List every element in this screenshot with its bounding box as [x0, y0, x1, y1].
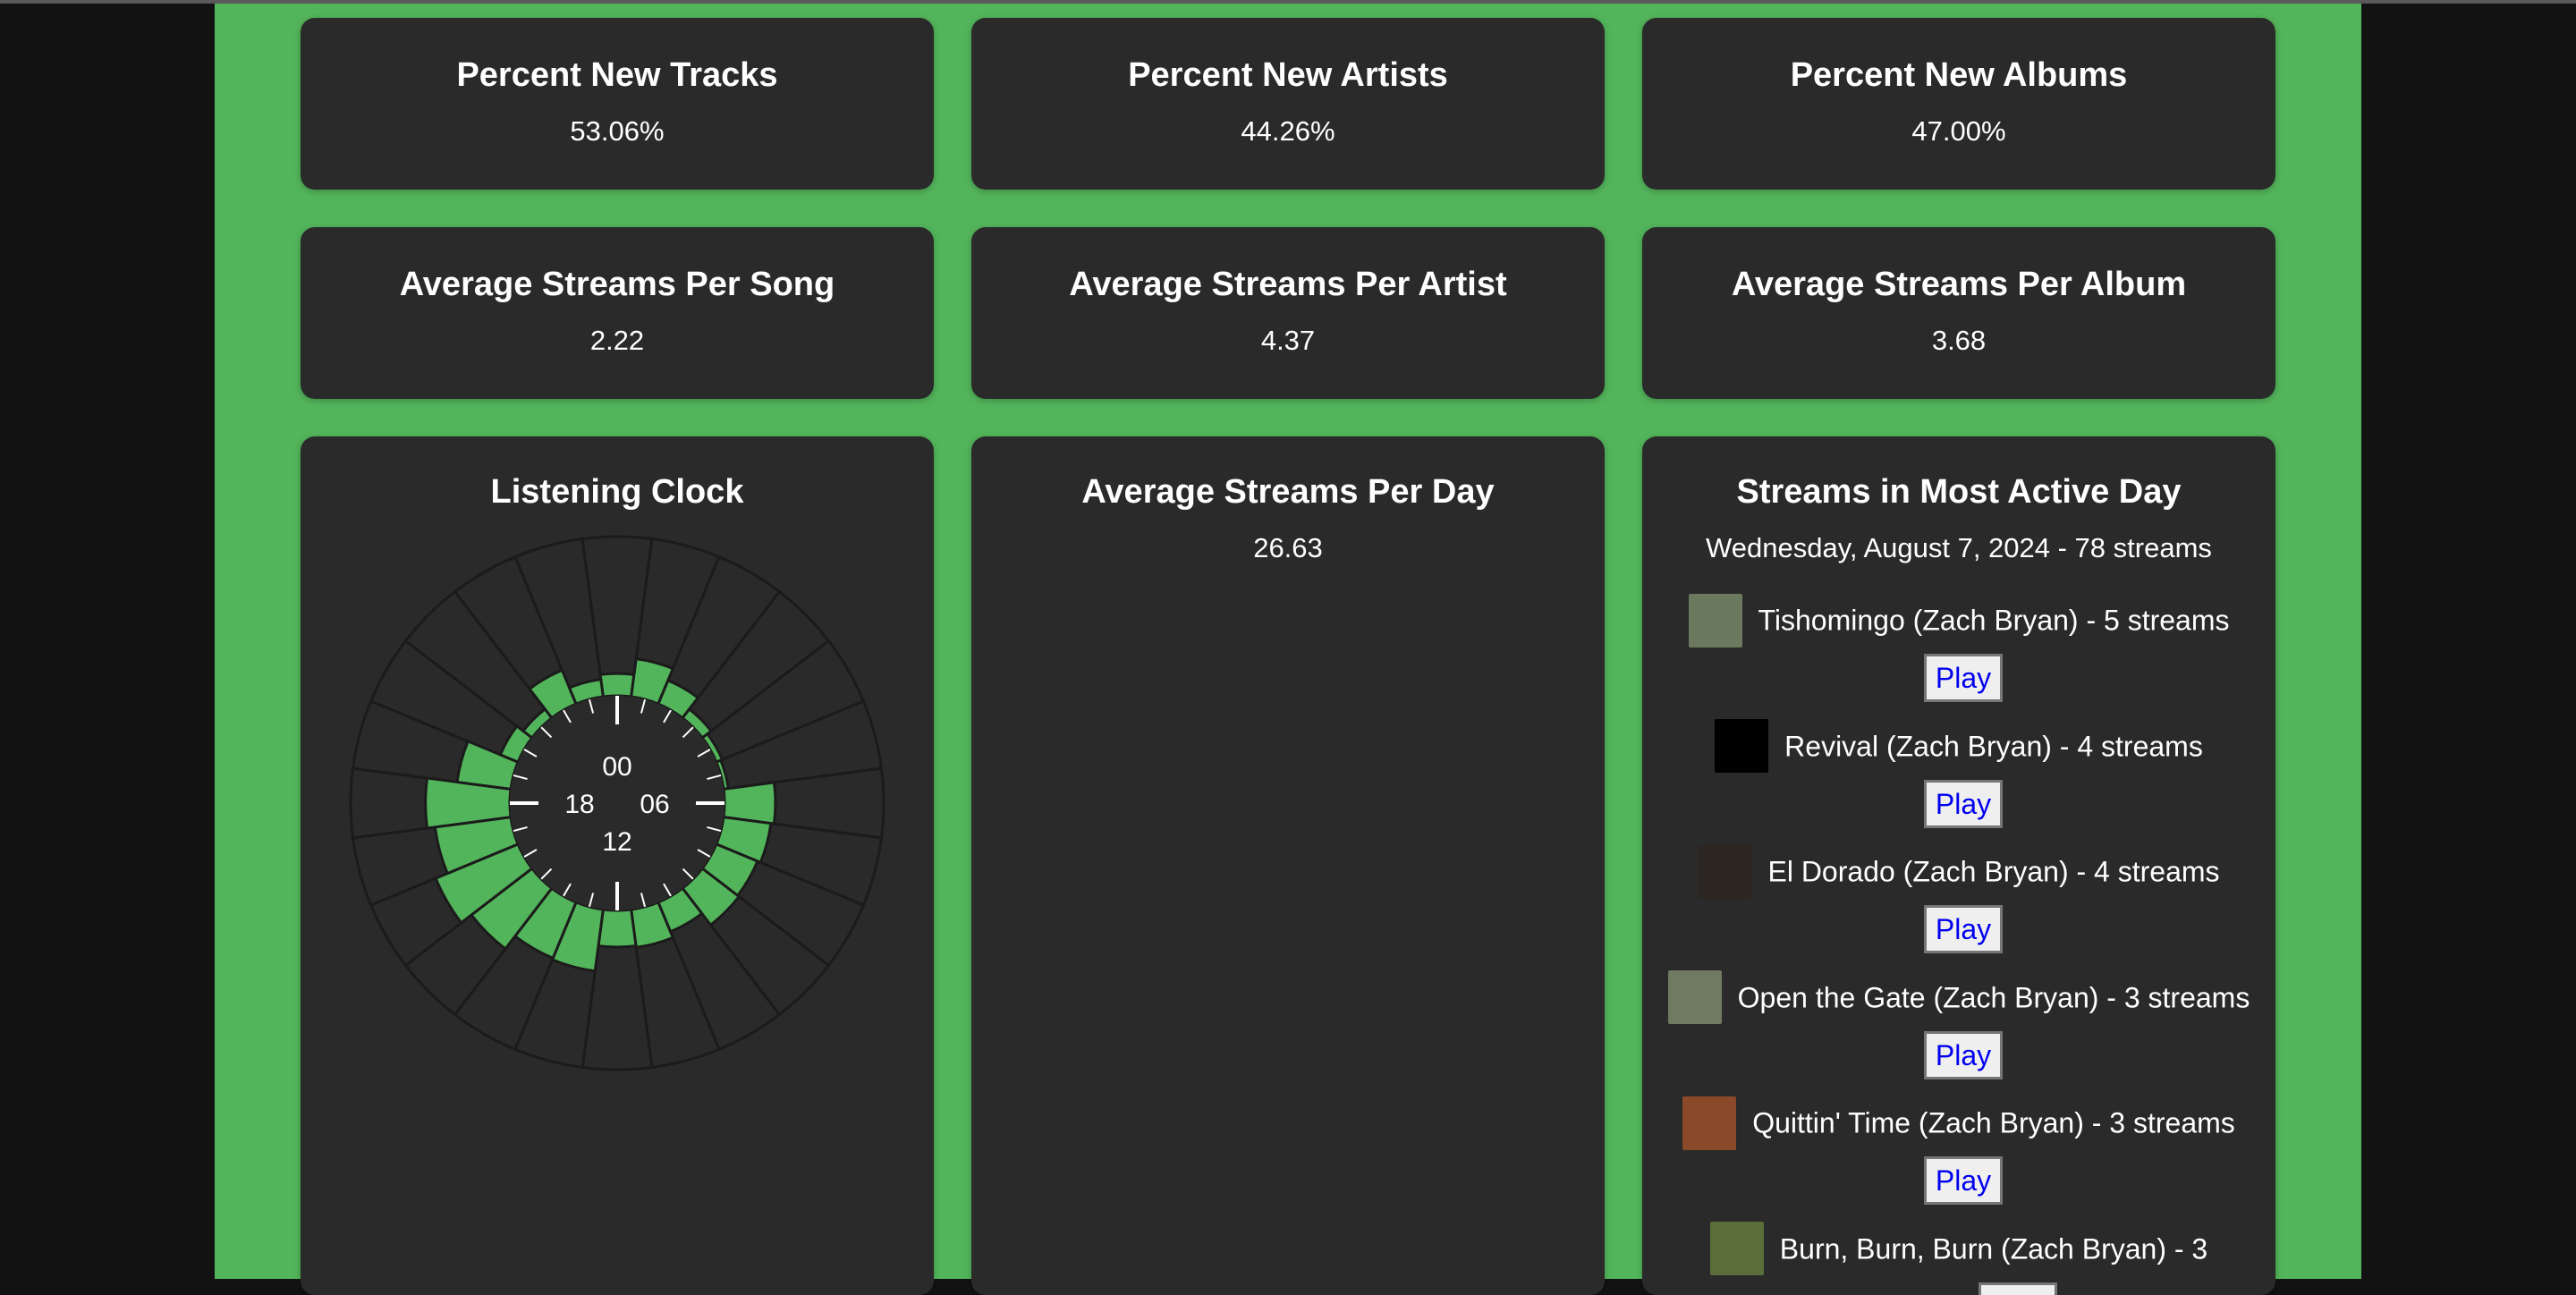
list-item: Tishomingo (Zach Bryan) - 5 streams Play: [1660, 590, 2258, 704]
stat-card-avg-streams-per-album: Average Streams Per Album 3.68: [1642, 227, 2275, 399]
stat-value: 4.37: [1260, 325, 1316, 356]
stat-title: Average Streams Per Album: [1731, 266, 2187, 303]
stat-card-avg-streams-per-song: Average Streams Per Song 2.22: [301, 227, 934, 399]
list-item: Revival (Zach Bryan) - 4 streams Play: [1660, 716, 2258, 830]
clock-hour-label: 06: [640, 790, 669, 819]
avg-streams-per-day-card: Average Streams Per Day 26.63: [971, 436, 1605, 1295]
stat-value: 47.00%: [1911, 115, 2006, 147]
stat-card-avg-streams-per-artist: Average Streams Per Artist 4.37: [971, 227, 1605, 399]
track-list: Tishomingo (Zach Bryan) - 5 streams Play…: [1642, 590, 2275, 1295]
album-art: [1682, 1096, 1737, 1150]
stat-card-percent-new-tracks: Percent New Tracks 53.06%: [301, 18, 934, 190]
album-art: [1688, 593, 1742, 648]
clock-hour-label: 18: [564, 790, 594, 819]
album-art: [1715, 719, 1769, 774]
track-label: Quittin' Time (Zach Bryan) - 3 streams: [1752, 1106, 2235, 1139]
album-art: [1709, 1222, 1764, 1276]
track-label: Revival (Zach Bryan) - 4 streams: [1784, 730, 2203, 763]
clock-bar-hour-12: [597, 908, 638, 949]
stat-value: 53.06%: [570, 115, 665, 147]
track-label: Tishomingo (Zach Bryan) - 5 streams: [1758, 604, 2230, 637]
album-art: [1698, 844, 1752, 899]
stat-title: Percent New Tracks: [456, 56, 778, 94]
stat-value: 3.68: [1931, 325, 1987, 356]
clock-hour-label: 12: [602, 827, 631, 857]
listening-clock-chart: 00 06 12 18: [349, 535, 886, 1071]
clock-hour-label: 00: [602, 752, 631, 782]
play-button[interactable]: Play: [1923, 1156, 2004, 1206]
play-button[interactable]: Play: [1923, 654, 2004, 703]
track-label: El Dorado (Zach Bryan) - 4 streams: [1767, 855, 2220, 888]
stat-title: Average Streams Per Artist: [1069, 266, 1507, 303]
play-button[interactable]: Play: [1979, 1282, 2058, 1295]
avg-per-day-title: Average Streams Per Day: [1081, 473, 1495, 511]
listening-clock-card: Listening Clock 00 06 12 18: [301, 436, 934, 1295]
most-active-day-title: Streams in Most Active Day: [1736, 473, 2182, 511]
stat-title: Percent New Artists: [1128, 56, 1448, 94]
list-item: Quittin' Time (Zach Bryan) - 3 streams P…: [1660, 1093, 2258, 1206]
stat-card-percent-new-artists: Percent New Artists 44.26%: [971, 18, 1605, 190]
most-active-day-subtitle: Wednesday, August 7, 2024 - 78 streams: [1706, 532, 2212, 563]
list-item: Open the Gate (Zach Bryan) - 3 streams P…: [1660, 968, 2258, 1081]
play-button[interactable]: Play: [1923, 1030, 2004, 1079]
stat-value: 44.26%: [1241, 115, 1335, 147]
most-active-day-card: Streams in Most Active Day Wednesday, Au…: [1642, 436, 2275, 1295]
list-item: Burn, Burn, Burn (Zach Bryan) - 3 stream…: [1660, 1219, 2258, 1295]
stat-title: Average Streams Per Song: [399, 266, 835, 303]
listening-clock-title: Listening Clock: [490, 473, 744, 511]
track-label: Open the Gate (Zach Bryan) - 3 streams: [1737, 981, 2250, 1014]
list-item: El Dorado (Zach Bryan) - 4 streams Play: [1660, 842, 2258, 955]
play-button[interactable]: Play: [1923, 905, 2004, 954]
stat-card-percent-new-albums: Percent New Albums 47.00%: [1642, 18, 2275, 190]
stats-panel: Percent New Tracks 53.06% Percent New Ar…: [215, 4, 2361, 1295]
avg-per-day-value: 26.63: [1253, 532, 1323, 563]
stat-title: Percent New Albums: [1790, 56, 2128, 94]
album-art: [1667, 970, 1722, 1025]
clock-bar-hour-00: [598, 672, 636, 698]
play-button[interactable]: Play: [1923, 779, 2004, 828]
stat-value: 2.22: [589, 325, 645, 356]
